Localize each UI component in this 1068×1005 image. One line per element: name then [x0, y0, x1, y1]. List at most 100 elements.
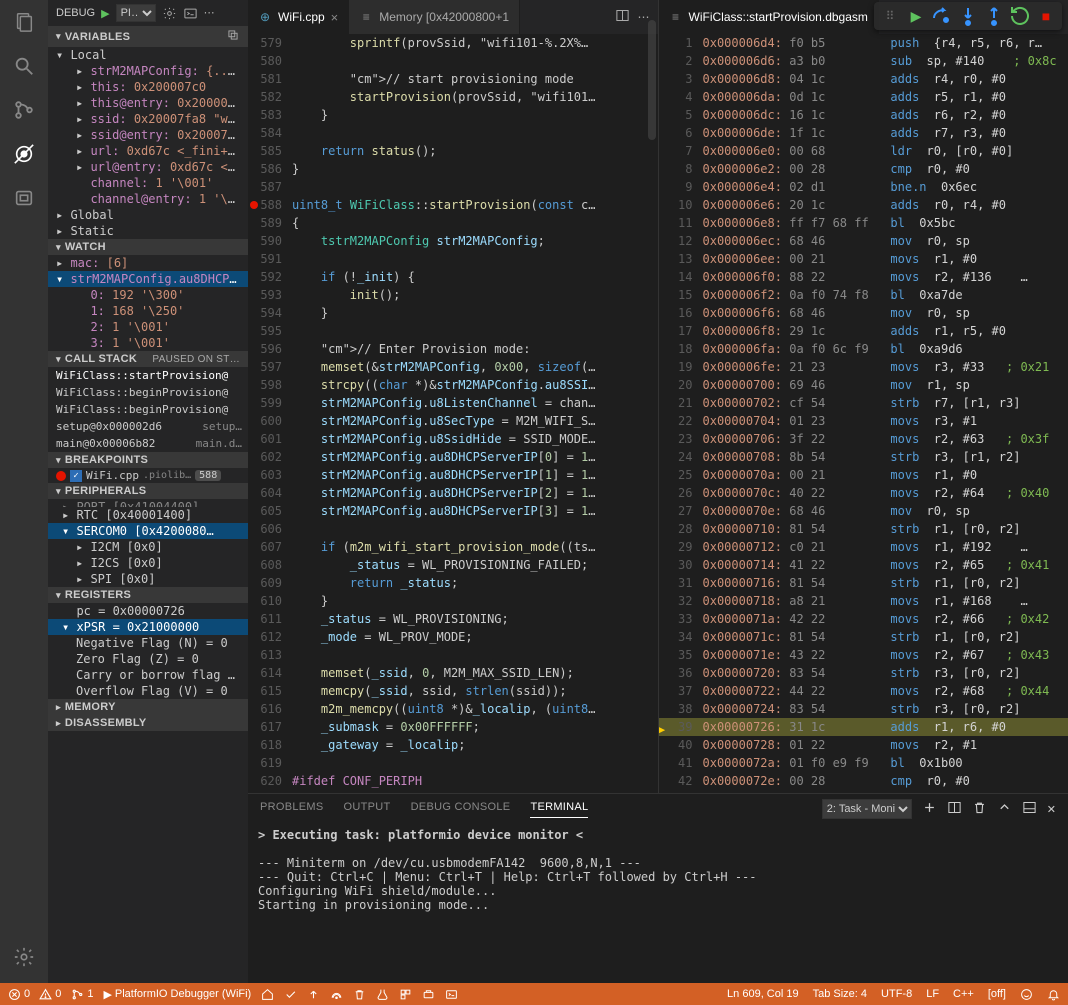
editor-tab[interactable]: ⊕WiFi.cpp×: [248, 0, 349, 34]
panel-tab[interactable]: PROBLEMS: [260, 801, 324, 818]
register-row[interactable]: ▾ xPSR = 0x21000000: [48, 619, 248, 635]
files-icon[interactable]: [12, 10, 36, 34]
status-git[interactable]: 1: [71, 988, 93, 1001]
section-disassembly[interactable]: ▸DISASSEMBLY: [48, 715, 248, 731]
peripheral-row[interactable]: ▸ RTC [0x40001400]: [48, 507, 248, 523]
debug-console-icon[interactable]: [183, 6, 198, 21]
new-terminal-icon[interactable]: [922, 800, 937, 818]
pio-tasks-icon[interactable]: [399, 988, 412, 1001]
split-terminal-icon[interactable]: [947, 800, 962, 818]
variable-row[interactable]: ▸ ssid@entry: 0x20007fa8 …: [48, 127, 248, 143]
watch-row[interactable]: ▸ mac: [6]: [48, 255, 248, 271]
status-tabsize[interactable]: Tab Size: 4: [813, 988, 867, 1001]
section-callstack[interactable]: ▾CALL STACKPAUSED ON ST…: [48, 351, 248, 367]
watch-child-row[interactable]: 3: 1 '\001': [48, 335, 248, 351]
status-bell-icon[interactable]: [1047, 988, 1060, 1001]
panel-tab[interactable]: DEBUG CONSOLE: [411, 801, 511, 818]
pio-test-icon[interactable]: [376, 988, 389, 1001]
register-flag[interactable]: Overflow Flag (V) = 0: [48, 683, 248, 699]
status-feedback-icon[interactable]: [1020, 988, 1033, 1001]
peripheral-child[interactable]: ▸ I2CS [0x0]: [48, 555, 248, 571]
debug-config-select[interactable]: PI…: [116, 4, 156, 22]
watch-child-row[interactable]: 2: 1 '\001': [48, 319, 248, 335]
step-over-button[interactable]: [930, 4, 954, 28]
collapse-all-icon[interactable]: [226, 28, 240, 45]
stack-frame[interactable]: setup@0x000002d6setup…: [48, 418, 248, 435]
close-panel-icon[interactable]: ✕: [1047, 803, 1056, 816]
terminal-output[interactable]: > Executing task: platformio device moni…: [248, 824, 1068, 983]
watch-child-row[interactable]: 0: 192 '\300': [48, 287, 248, 303]
split-editor-icon[interactable]: [615, 8, 630, 26]
register-flag[interactable]: Negative Flag (N) = 0: [48, 635, 248, 651]
stop-button[interactable]: ■: [1034, 4, 1058, 28]
scope-header[interactable]: ▸ Static: [48, 223, 248, 239]
peripheral-row[interactable]: ▾ SERCOM0 [0x4200080…: [48, 523, 248, 539]
variable-row[interactable]: ▸ this: 0x200007c0: [48, 79, 248, 95]
breakpoint-row[interactable]: ✓WiFi.cpp.piolib…588: [48, 468, 248, 483]
scope-header[interactable]: ▾ Local: [48, 47, 248, 63]
section-memory[interactable]: ▸MEMORY: [48, 699, 248, 715]
debug-toolbar[interactable]: ⠿ ▶ ■: [874, 2, 1062, 30]
register-flag[interactable]: Zero Flag (Z) = 0: [48, 651, 248, 667]
stack-frame[interactable]: WiFiClass::startProvision@: [48, 367, 248, 384]
variable-row[interactable]: ▸ url: 0xd67c <_fini+752>…: [48, 143, 248, 159]
status-eol[interactable]: LF: [926, 988, 939, 1001]
stack-frame[interactable]: main@0x00006b82main.d…: [48, 435, 248, 452]
kill-terminal-icon[interactable]: [972, 800, 987, 818]
step-into-button[interactable]: [956, 4, 980, 28]
variable-row[interactable]: ▸ ssid: 0x20007fa8 "wifi1…: [48, 111, 248, 127]
scope-header[interactable]: ▸ Global: [48, 207, 248, 223]
watch-row[interactable]: ▾ strM2MAPConfig.au8DHCPSer…: [48, 271, 248, 287]
section-variables[interactable]: ▾VARIABLES: [48, 26, 248, 47]
editor-tab[interactable]: ≡WiFiClass::startProvision.dbgasm: [659, 0, 879, 34]
restart-button[interactable]: [1008, 4, 1032, 28]
peripheral-child[interactable]: ▸ SPI [0x0]: [48, 571, 248, 587]
section-breakpoints[interactable]: ▾BREAKPOINTS: [48, 452, 248, 468]
scrollbar[interactable]: [648, 20, 656, 140]
stack-frame[interactable]: WiFiClass::beginProvision@: [48, 384, 248, 401]
search-icon[interactable]: [12, 54, 36, 78]
pio-remote-icon[interactable]: [330, 988, 343, 1001]
pio-serial-icon[interactable]: [422, 988, 435, 1001]
watch-child-row[interactable]: 1: 168 '\250': [48, 303, 248, 319]
variable-row[interactable]: ▸ this@entry: 0x200007c0 <…: [48, 95, 248, 111]
panel-layout-icon[interactable]: [1022, 800, 1037, 818]
variable-row[interactable]: channel@entry: 1 '\001': [48, 191, 248, 207]
close-tab-icon[interactable]: ×: [331, 10, 339, 25]
variable-row[interactable]: ▸ strM2MAPConfig: {...}: [48, 63, 248, 79]
section-peripherals[interactable]: ▾PERIPHERALS: [48, 483, 248, 499]
start-debug-button[interactable]: ▶: [101, 7, 109, 20]
disassembly-editor[interactable]: 10x000006d4: f0 b5 push {r4, r5, r6, r…2…: [659, 34, 1068, 793]
pio-upload-icon[interactable]: [307, 988, 320, 1001]
variable-row[interactable]: channel: 1 '\001': [48, 175, 248, 191]
gear-icon[interactable]: [12, 945, 36, 969]
terminal-task-select[interactable]: 2: Task - Monito…: [822, 799, 912, 819]
status-cursor[interactable]: Ln 609, Col 19: [727, 988, 799, 1001]
scm-icon[interactable]: [12, 98, 36, 122]
register-flag[interactable]: Carry or borrow flag (…: [48, 667, 248, 683]
pio-home-icon[interactable]: [261, 988, 274, 1001]
continue-button[interactable]: ▶: [904, 4, 928, 28]
status-mode[interactable]: [off]: [988, 988, 1006, 1001]
section-registers[interactable]: ▾REGISTERS: [48, 587, 248, 603]
gear-icon[interactable]: [162, 6, 177, 21]
step-out-button[interactable]: [982, 4, 1006, 28]
status-debug-target[interactable]: ▶ PlatformIO Debugger (WiFi): [103, 988, 251, 1001]
panel-tab[interactable]: TERMINAL: [530, 801, 588, 818]
status-lang[interactable]: C++: [953, 988, 974, 1001]
maximize-panel-icon[interactable]: [997, 800, 1012, 818]
stack-frame[interactable]: WiFiClass::beginProvision@: [48, 401, 248, 418]
status-encoding[interactable]: UTF-8: [881, 988, 912, 1001]
variable-row[interactable]: ▸ url@entry: 0xd67c <_fin…: [48, 159, 248, 175]
code-editor[interactable]: 579 sprintf(provSsid, "wifi101-%.2X%…580…: [248, 34, 658, 793]
debug-icon[interactable]: [12, 142, 36, 166]
status-errors[interactable]: 0 0: [8, 988, 61, 1001]
peripheral-child[interactable]: ▸ I2CM [0x0]: [48, 539, 248, 555]
platformio-icon[interactable]: [12, 186, 36, 210]
pio-terminal-icon[interactable]: [445, 988, 458, 1001]
section-watch[interactable]: ▾WATCH: [48, 239, 248, 255]
register-row[interactable]: pc = 0x00000726: [48, 603, 248, 619]
more-icon[interactable]: ⋯: [204, 6, 219, 21]
pio-clean-icon[interactable]: [353, 988, 366, 1001]
pio-build-icon[interactable]: [284, 988, 297, 1001]
